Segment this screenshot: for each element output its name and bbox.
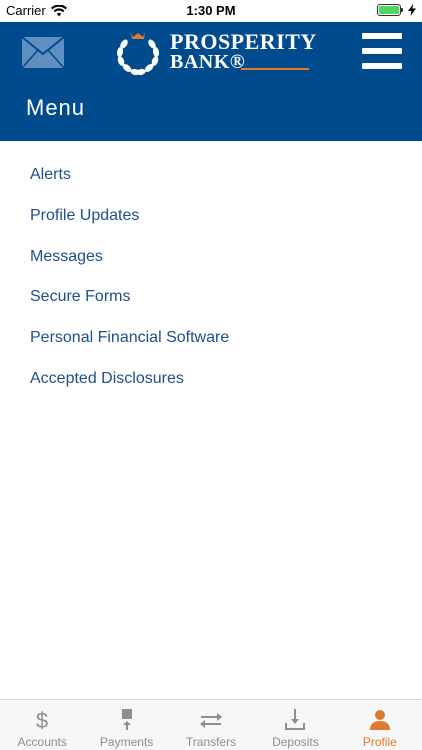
status-right bbox=[377, 4, 416, 16]
tab-label: Payments bbox=[99, 735, 154, 749]
menu-item-personal-financial-software[interactable]: Personal Financial Software bbox=[30, 328, 229, 348]
menu-item-profile-updates[interactable]: Profile Updates bbox=[30, 206, 139, 226]
tab-accounts[interactable]: $ Accounts bbox=[0, 700, 84, 750]
payments-icon bbox=[121, 709, 132, 730]
laurel-crown-icon bbox=[116, 32, 160, 76]
transfers-icon bbox=[200, 713, 223, 728]
envelope-icon bbox=[21, 36, 65, 69]
tab-bar: $ Accounts Payments Transfers Deposits P… bbox=[0, 699, 422, 750]
status-bar: Carrier 1:30 PM bbox=[0, 0, 422, 22]
hamburger-bar bbox=[362, 48, 402, 54]
hamburger-bar bbox=[362, 33, 402, 39]
tab-deposits[interactable]: Deposits bbox=[253, 700, 337, 750]
tab-transfers[interactable]: Transfers bbox=[169, 700, 253, 750]
person-icon bbox=[369, 710, 390, 730]
hamburger-bar bbox=[362, 63, 402, 69]
prosperity-bank-logo: PROSPERITY BANK® bbox=[114, 28, 317, 78]
tab-profile[interactable]: Profile bbox=[338, 700, 422, 750]
menu-item-alerts[interactable]: Alerts bbox=[30, 165, 71, 185]
page-title: Menu bbox=[26, 95, 86, 120]
tab-label: Accounts bbox=[17, 735, 67, 749]
battery-icon bbox=[377, 4, 403, 16]
tab-label: Profile bbox=[362, 735, 397, 749]
tab-label: Deposits bbox=[272, 735, 319, 749]
svg-text:$: $ bbox=[36, 708, 48, 732]
status-time: 1:30 PM bbox=[186, 3, 236, 18]
menu-item-secure-forms[interactable]: Secure Forms bbox=[30, 287, 130, 307]
charging-icon bbox=[408, 4, 416, 16]
logo-line1: PROSPERITY bbox=[170, 29, 317, 54]
dollar-icon: $ bbox=[36, 708, 48, 732]
deposit-icon bbox=[285, 709, 306, 730]
menu-item-messages[interactable]: Messages bbox=[30, 247, 103, 267]
app-header: PROSPERITY BANK® Menu bbox=[0, 22, 422, 141]
menu-item-accepted-disclosures[interactable]: Accepted Disclosures bbox=[30, 369, 184, 389]
tab-payments[interactable]: Payments bbox=[84, 700, 168, 750]
tab-label: Transfers bbox=[185, 735, 237, 749]
hamburger-menu-icon[interactable] bbox=[362, 33, 402, 69]
logo-text: PROSPERITY BANK® bbox=[170, 29, 317, 73]
logo-underline bbox=[241, 68, 309, 70]
mail-button[interactable] bbox=[21, 36, 65, 69]
